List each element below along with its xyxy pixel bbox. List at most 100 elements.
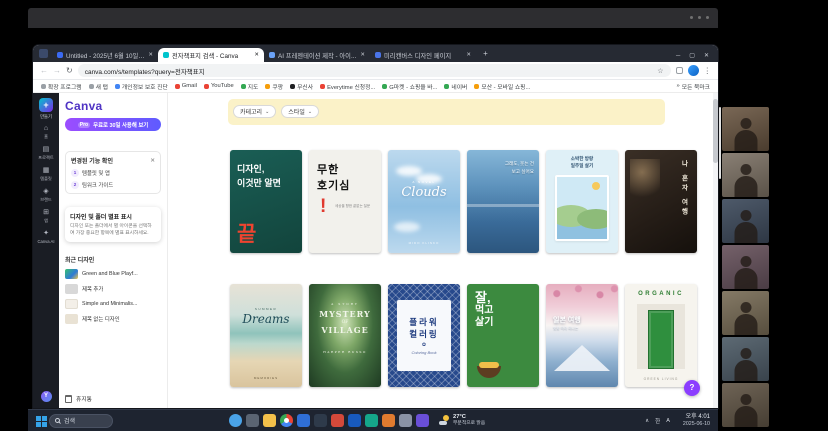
close-button[interactable]: ✕ — [704, 52, 709, 59]
bookmark-item[interactable]: 네이버 — [444, 82, 467, 91]
start-button[interactable] — [36, 416, 41, 421]
participant-video-tile[interactable] — [722, 245, 769, 289]
taskbar-app-icon[interactable] — [229, 414, 242, 427]
participant-video-tile[interactable] — [722, 337, 769, 381]
template-card[interactable]: ORGANIC GREEN LIVING — [625, 284, 697, 387]
participant-video-tile[interactable] — [722, 107, 769, 151]
tab-close-icon[interactable]: ✕ — [148, 52, 153, 58]
participant-video-tile[interactable] — [722, 199, 769, 243]
weather-widget[interactable]: 27°C 부분적으로 맑음 — [439, 414, 485, 426]
browser-tab[interactable]: Untitled - 2025년 6월 10일 1... ✕ — [52, 48, 158, 62]
participant-video-tile[interactable] — [722, 291, 769, 335]
tab-search-icon[interactable] — [39, 49, 48, 58]
recent-design-item[interactable]: Simple and Minimalis... — [65, 299, 161, 309]
taskbar-app-icon[interactable] — [365, 414, 378, 427]
template-card[interactable]: 디자인, 이것만 알면 끝 — [230, 150, 302, 253]
chrome-icon[interactable] — [280, 414, 293, 427]
taskbar-clock[interactable]: 오후 4:01 2025-06-10 — [683, 414, 710, 428]
trash-item[interactable]: 휴지통 — [65, 394, 161, 403]
user-avatar[interactable]: Y — [41, 391, 52, 402]
sidebar-item-templates[interactable]: ▦ 템플릿 — [40, 167, 52, 182]
recent-design-item[interactable]: Green and Blue Playf... — [65, 269, 161, 279]
window-controls: ─ ▢ ✕ — [668, 52, 718, 62]
bookmark-item[interactable]: 모산 - 모바일 쇼핑... — [474, 82, 530, 91]
bookmark-item[interactable]: 개인정보 보호 진단 — [115, 82, 168, 91]
close-icon[interactable]: ✕ — [150, 158, 155, 164]
participant-video-tile[interactable] — [722, 383, 769, 427]
sidebar-item-apps[interactable]: ⊞ 앱 — [43, 209, 49, 224]
tab-close-icon[interactable]: ✕ — [466, 52, 471, 58]
template-card[interactable]: 무한 호기심 ! 세상을 향한 끝없는 질문 — [309, 150, 381, 253]
create-design-button[interactable]: + — [39, 98, 53, 112]
sidebar-item-canva-ai[interactable]: ✦ Canva AI — [38, 230, 55, 244]
bookmark-item[interactable]: 지도 — [241, 82, 259, 91]
browser-tab-active[interactable]: 전자책표지 검색 - Canva ✕ — [158, 48, 264, 62]
ime-mode-icon[interactable]: A — [666, 418, 670, 424]
bookmark-star-icon[interactable]: ☆ — [657, 67, 663, 75]
taskbar-app-icon[interactable] — [399, 414, 412, 427]
bookmark-item[interactable]: G마켓 - 쇼핑을 바... — [382, 82, 437, 91]
taskbar-search[interactable]: 검색 — [49, 414, 113, 428]
tray-chevron-icon[interactable]: ∧ — [645, 418, 649, 424]
template-card[interactable]: A NOVEL Clouds MIDO KLINKO — [388, 150, 460, 253]
recent-design-item[interactable]: 제목 없는 디자인 — [65, 314, 161, 324]
bookmark-item[interactable]: 새 탭 — [89, 82, 108, 91]
ime-korean-icon[interactable]: 한 — [655, 417, 660, 425]
help-button[interactable]: ? — [684, 380, 700, 396]
bookmark-item[interactable]: 확장 프로그램 — [41, 82, 82, 91]
template-card[interactable]: SUMMER Dreams MEMORIES — [230, 284, 302, 387]
address-bar[interactable]: canva.com/s/templates?query=전자책표지 ☆ — [78, 64, 671, 77]
sidebar-item-brand[interactable]: ◈ 브랜드 — [40, 188, 52, 203]
whats-new-item[interactable]: 1 템플릿 및 앱 — [71, 169, 155, 177]
taskbar-app-icon[interactable] — [331, 414, 344, 427]
file-explorer-icon[interactable] — [263, 414, 276, 427]
tab-title: AI 프레젠테이션 제작 - 아이... — [278, 51, 357, 60]
flower-icon: ✿ — [422, 342, 426, 348]
sidebar-item-projects[interactable]: ▤ 프로젝트 — [38, 146, 53, 161]
extensions-icon[interactable] — [676, 67, 683, 74]
tab-close-icon[interactable]: ✕ — [360, 52, 365, 58]
taskbar-app-icon[interactable] — [314, 414, 327, 427]
template-card[interactable]: 플라워 컬러링 ✿ Coloring Book — [388, 284, 460, 387]
page-scrollbar[interactable] — [713, 93, 718, 408]
profile-avatar[interactable] — [688, 65, 699, 76]
tab-close-icon[interactable]: ✕ — [254, 52, 259, 58]
cover-caption: 벚꽃 따라 떠나는 — [553, 326, 578, 331]
browser-tab[interactable]: 미리캔버스 디자인 페이지 ✕ — [370, 48, 476, 62]
maximize-button[interactable]: ▢ — [689, 52, 695, 59]
back-button[interactable]: ← — [40, 67, 48, 75]
template-card[interactable]: A STORY MYSTERY OF VILLAGE HARPER RUSSO — [309, 284, 381, 387]
taskbar-app-icon[interactable] — [348, 414, 361, 427]
participant-video-tile[interactable] — [722, 153, 769, 197]
template-card[interactable]: 나 혼자 여행 — [625, 150, 697, 253]
bookmark-item[interactable]: Gmail — [175, 83, 197, 89]
landscape-illustration — [555, 175, 609, 241]
minimize-button[interactable]: ─ — [676, 53, 680, 59]
template-card[interactable]: 소박한 방랑 일주일 살기 — [546, 150, 618, 253]
bookmark-favicon — [290, 84, 295, 89]
browser-tab[interactable]: AI 프레젠테이션 제작 - 아이... ✕ — [264, 48, 370, 62]
new-tab-button[interactable]: + — [480, 49, 491, 58]
recent-design-item[interactable]: 제목 추가 — [65, 284, 161, 294]
filter-style[interactable]: 스타일 ⌄ — [281, 105, 319, 118]
taskbar-app-icon[interactable] — [297, 414, 310, 427]
template-card[interactable]: 그래도, 웃는 건 보고 싶어요 — [467, 150, 539, 253]
bookmark-item[interactable]: Everytime 신청정... — [320, 82, 375, 91]
bookmark-item[interactable]: YouTube — [204, 83, 234, 89]
whats-new-item[interactable]: 2 팀워크 가이드 — [71, 181, 155, 189]
taskbar-app-icon[interactable] — [416, 414, 429, 427]
pro-trial-button[interactable]: Pro 무료로 30일 사용해 보기 — [65, 118, 161, 131]
template-card[interactable]: 잘, 먹고 살기 — [467, 284, 539, 387]
panel-scrollbar[interactable] — [719, 107, 721, 179]
taskbar-app-icon[interactable] — [382, 414, 395, 427]
all-bookmarks-button[interactable]: »모든 북마크 — [676, 82, 710, 91]
taskbar-app-icon[interactable] — [246, 414, 259, 427]
forward-button[interactable]: → — [53, 67, 61, 75]
reload-button[interactable]: ↻ — [66, 67, 73, 75]
browser-menu-icon[interactable]: ⋮ — [704, 66, 712, 75]
template-card[interactable]: 일본 여행 벚꽃 따라 떠나는 — [546, 284, 618, 387]
sidebar-item-home[interactable]: ⌂ 홈 — [44, 125, 48, 140]
bookmark-item[interactable]: 무신사 — [290, 82, 313, 91]
bookmark-item[interactable]: 쿠팡 — [265, 82, 283, 91]
filter-category[interactable]: 카테고리 ⌄ — [233, 105, 276, 118]
